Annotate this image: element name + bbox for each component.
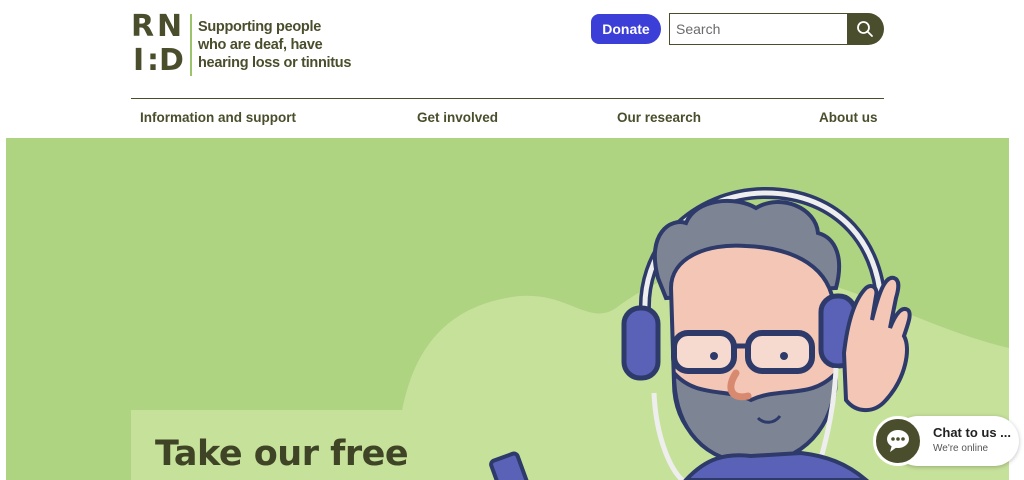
search-icon bbox=[857, 21, 873, 37]
chat-launcher-button[interactable] bbox=[873, 416, 923, 466]
logo-letter-n: N bbox=[157, 9, 183, 44]
search-form bbox=[669, 13, 884, 45]
nav-item-about-us[interactable]: About us bbox=[819, 110, 878, 125]
chat-title: Chat to us ... bbox=[933, 425, 1011, 440]
logo-colon: : bbox=[147, 43, 159, 78]
logo-letter-r: R bbox=[131, 9, 155, 44]
donate-button[interactable]: Donate bbox=[591, 14, 661, 44]
search-input[interactable] bbox=[669, 13, 849, 45]
chat-bubble-icon bbox=[887, 430, 909, 452]
chat-widget[interactable]: Chat to us ... We're online bbox=[873, 416, 1019, 466]
nav-item-get-involved[interactable]: Get involved bbox=[417, 110, 498, 125]
tagline-line-2: who are deaf, have bbox=[198, 37, 323, 53]
nav-item-information-and-support[interactable]: Information and support bbox=[140, 110, 296, 125]
logo-mark: R N I : D bbox=[131, 12, 187, 78]
chat-status: We're online bbox=[933, 443, 989, 454]
tagline-line-3: hearing loss or tinnitus bbox=[198, 55, 352, 71]
main-nav: Information and support Get involved Our… bbox=[131, 99, 884, 138]
logo-divider bbox=[190, 14, 192, 76]
hero-title: Take our free bbox=[155, 434, 409, 474]
page: R N I : D Supporting people who are deaf… bbox=[0, 0, 1024, 480]
search-button[interactable] bbox=[847, 13, 884, 45]
tagline-line-1: Supporting people bbox=[198, 19, 321, 35]
site-header: R N I : D Supporting people who are deaf… bbox=[0, 0, 1024, 138]
nav-item-our-research[interactable]: Our research bbox=[617, 110, 701, 125]
rnid-logo[interactable]: R N I : D Supporting people who are deaf… bbox=[131, 12, 351, 78]
logo-letter-i: I bbox=[133, 43, 145, 78]
logo-tagline: Supporting people who are deaf, have hea… bbox=[198, 18, 358, 72]
hero-banner: Take our free bbox=[6, 138, 1009, 480]
hero-card: Take our free bbox=[131, 410, 421, 480]
logo-letter-d: D bbox=[159, 43, 184, 78]
